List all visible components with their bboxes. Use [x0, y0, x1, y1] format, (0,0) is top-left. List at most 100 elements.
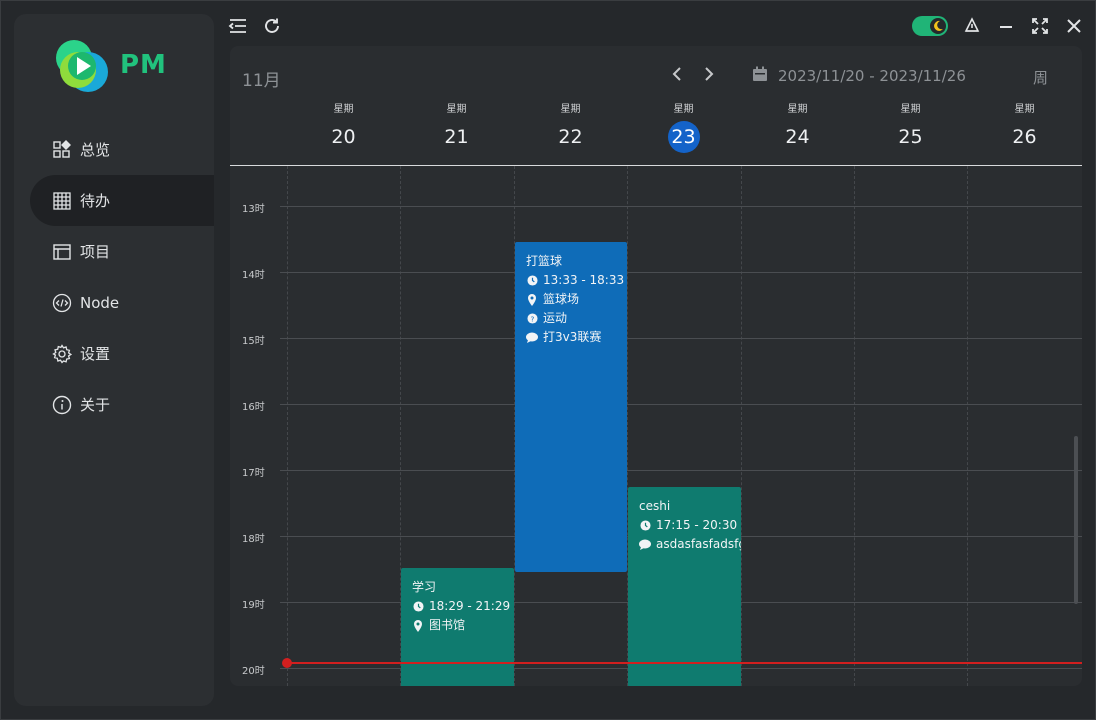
- location-pin-icon: [412, 619, 424, 632]
- hour-line: [280, 470, 1082, 471]
- pin-icon[interactable]: [962, 16, 982, 36]
- sidebar-item-label: 项目: [80, 243, 111, 261]
- sidebar: PM 总览 待办 项目 Node 设置 关于: [14, 14, 214, 706]
- event-note: 打3v3联赛: [543, 330, 602, 344]
- day-number-text: 25: [898, 126, 923, 148]
- column-divider: [967, 166, 968, 686]
- day-number-text: 26: [1012, 126, 1037, 148]
- hour-line: [280, 206, 1082, 207]
- comment-icon: [639, 539, 651, 551]
- weekday-label: 星期: [560, 104, 581, 115]
- hour-label: 15时: [242, 336, 265, 347]
- event-time: 17:15 - 20:30: [656, 518, 738, 532]
- sidebar-item-label: 设置: [80, 345, 111, 363]
- moon-icon: [930, 18, 946, 34]
- day-number: 25: [854, 120, 967, 154]
- calendar-panel: 11月 2023/11/20 - 2023/11/26 周 星期 20 星期 2…: [230, 46, 1082, 686]
- prev-week-button[interactable]: [670, 64, 684, 84]
- hour-line: [280, 338, 1082, 339]
- weekday-label: 星期: [787, 104, 808, 115]
- day-number-text: 22: [558, 126, 583, 148]
- column-divider: [741, 166, 742, 686]
- month-label: 11月: [242, 71, 281, 91]
- menu-collapse-icon[interactable]: [228, 16, 248, 36]
- day-column-header[interactable]: 星期 22: [514, 102, 627, 154]
- view-mode-button[interactable]: 周: [1033, 67, 1048, 88]
- gear-icon: [52, 343, 72, 364]
- question-circle-icon: ?: [526, 313, 538, 325]
- minimize-icon[interactable]: [996, 16, 1016, 36]
- maximize-icon[interactable]: [1030, 16, 1050, 36]
- time-grid[interactable]: 13时 14时 15时 16时 17时 18时 19时 20时 打篮球 13:3…: [230, 166, 1082, 686]
- day-number: 20: [287, 120, 400, 154]
- hour-label: 20时: [242, 666, 265, 677]
- weekday-label: 星期: [1014, 104, 1035, 115]
- sidebar-item-node[interactable]: Node: [14, 277, 214, 328]
- event-location: 篮球场: [543, 292, 580, 306]
- location-pin-icon: [526, 293, 538, 306]
- day-number-text: 24: [785, 126, 810, 148]
- sidebar-nav: 总览 待办 项目 Node 设置 关于: [14, 124, 214, 430]
- day-number-text: 20: [331, 126, 356, 148]
- next-week-button[interactable]: [702, 64, 716, 84]
- event-card[interactable]: 打篮球 13:33 - 18:33 篮球场 ? 运动 打3v3联赛: [515, 242, 627, 572]
- vertical-scrollbar[interactable]: [1074, 436, 1078, 604]
- event-time: 18:29 - 21:29: [429, 599, 511, 613]
- sidebar-item-settings[interactable]: 设置: [14, 328, 214, 379]
- date-range-picker[interactable]: 2023/11/20 - 2023/11/26: [752, 66, 966, 86]
- day-column-header-today[interactable]: 星期 23: [627, 102, 740, 154]
- clock-icon: [526, 275, 538, 287]
- logo-text: PM: [120, 50, 167, 80]
- hour-label: 18时: [242, 534, 265, 545]
- close-icon[interactable]: [1064, 16, 1084, 36]
- sidebar-item-label: 关于: [80, 396, 111, 414]
- toolbar-right: [912, 16, 1084, 36]
- clock-icon: [639, 520, 651, 532]
- sidebar-item-about[interactable]: 关于: [14, 379, 214, 430]
- sidebar-item-todo[interactable]: 待办: [30, 175, 214, 226]
- event-time: 13:33 - 18:33: [543, 273, 625, 287]
- theme-toggle[interactable]: [912, 16, 948, 36]
- toolbar-left: [228, 16, 282, 36]
- comment-icon: [526, 332, 538, 344]
- weekday-label: 星期: [333, 104, 354, 115]
- day-column-header[interactable]: 星期 20: [287, 102, 400, 154]
- day-header-row: 星期 20 星期 21 星期 22 星期 23 星期 24 星期 25 星期 2…: [287, 102, 1082, 164]
- event-card[interactable]: 学习 18:29 - 21:29 图书馆: [401, 568, 514, 686]
- today-date-badge: 23: [667, 121, 700, 153]
- day-number: 22: [514, 120, 627, 154]
- hour-label: 19时: [242, 600, 265, 611]
- day-column-header[interactable]: 星期 25: [854, 102, 967, 154]
- event-note: asdasfasfadsfgas: [656, 537, 741, 551]
- app-logo: PM: [52, 36, 167, 94]
- current-time-line: [286, 662, 1082, 664]
- day-column-header[interactable]: 星期 26: [968, 102, 1081, 154]
- week-navigation: [670, 64, 716, 84]
- event-card[interactable]: ceshi 17:15 - 20:30 asdasfasfadsfgas: [628, 487, 741, 686]
- refresh-icon[interactable]: [262, 16, 282, 36]
- clock-icon: [412, 601, 424, 613]
- hour-label: 16时: [242, 402, 265, 413]
- hour-line: [280, 272, 1082, 273]
- sidebar-item-overview[interactable]: 总览: [14, 124, 214, 175]
- weekday-label: 星期: [446, 104, 467, 115]
- column-divider: [287, 166, 288, 686]
- hour-label: 14时: [242, 270, 265, 281]
- hour-line: [280, 404, 1082, 405]
- calendar-grid-icon: [52, 191, 72, 211]
- code-icon: [52, 293, 72, 313]
- weekday-label: 星期: [673, 104, 694, 115]
- date-range-text: 2023/11/20 - 2023/11/26: [778, 67, 966, 85]
- day-column-header[interactable]: 星期 21: [400, 102, 513, 154]
- logo-icon: [52, 36, 112, 94]
- hour-label: 17时: [242, 468, 265, 479]
- hour-label: 13时: [242, 204, 265, 215]
- sidebar-item-projects[interactable]: 项目: [14, 226, 214, 277]
- day-column-header[interactable]: 星期 24: [741, 102, 854, 154]
- sidebar-item-label: 总览: [80, 141, 111, 159]
- day-number-text: 21: [444, 126, 469, 148]
- calendar-icon: [752, 66, 768, 86]
- day-number: 23: [627, 120, 740, 154]
- weekday-label: 星期: [900, 104, 921, 115]
- event-category: 运动: [543, 311, 568, 325]
